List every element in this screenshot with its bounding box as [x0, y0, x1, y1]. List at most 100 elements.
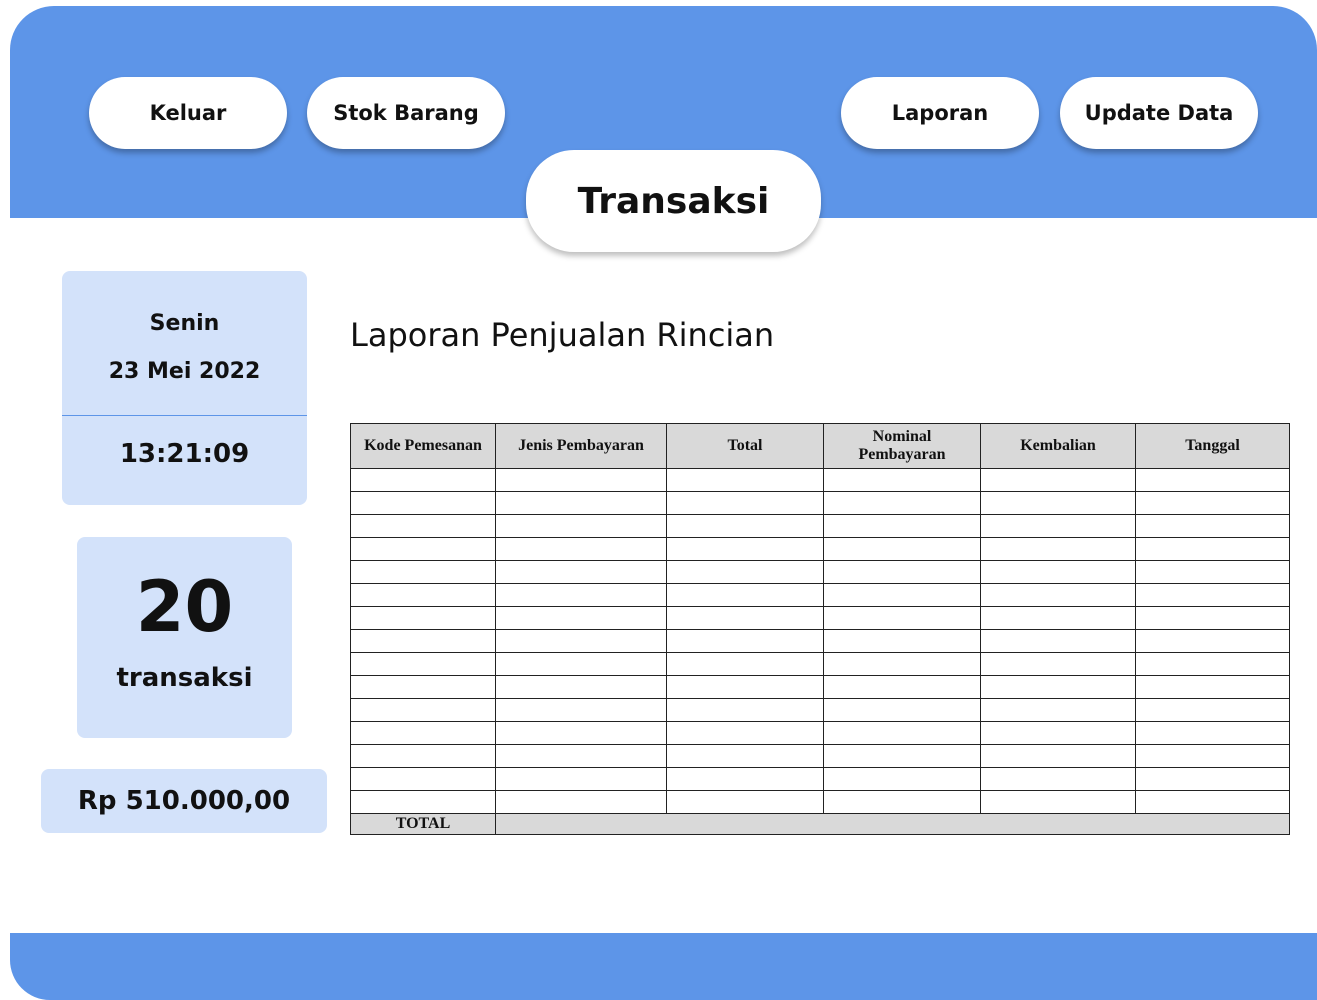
column-header: Total	[666, 423, 824, 469]
table-cell	[823, 698, 981, 722]
table-cell	[495, 583, 667, 607]
table-row	[350, 744, 1290, 768]
table-cell	[980, 560, 1136, 584]
table-cell	[980, 744, 1136, 768]
table-cell	[666, 629, 824, 653]
table-cell	[350, 744, 496, 768]
date-label: 23 Mei 2022	[108, 359, 261, 384]
keluar-button[interactable]: Keluar	[89, 77, 287, 149]
table-cell	[980, 583, 1136, 607]
table-cell	[350, 629, 496, 653]
table-cell	[1135, 675, 1290, 699]
table-cell	[980, 514, 1136, 538]
table-cell	[350, 468, 496, 492]
table-cell	[1135, 790, 1290, 814]
table-cell	[980, 790, 1136, 814]
laporan-button[interactable]: Laporan	[841, 77, 1039, 149]
table-cell	[350, 698, 496, 722]
table-cell	[666, 468, 824, 492]
table-cell	[666, 790, 824, 814]
table-cell	[666, 675, 824, 699]
table-cell	[1135, 537, 1290, 561]
stok-barang-button[interactable]: Stok Barang	[307, 77, 505, 149]
table-cell	[980, 698, 1136, 722]
clock-label: 13:21:09	[119, 439, 250, 469]
table-cell	[666, 583, 824, 607]
table-cell	[1135, 629, 1290, 653]
table-cell	[350, 491, 496, 515]
table-cell	[1135, 767, 1290, 791]
table-cell	[666, 744, 824, 768]
table-cell	[495, 675, 667, 699]
footer-bar	[10, 933, 1317, 1000]
table-cell	[495, 744, 667, 768]
column-header: Tanggal	[1135, 423, 1290, 469]
total-label: TOTAL	[350, 813, 496, 835]
table-cell	[980, 491, 1136, 515]
table-cell	[495, 606, 667, 630]
table-row	[350, 537, 1290, 561]
table-row	[350, 629, 1290, 653]
table-cell	[495, 767, 667, 791]
table-cell	[1135, 514, 1290, 538]
table-row	[350, 767, 1290, 791]
table-cell	[823, 468, 981, 492]
table-row	[350, 675, 1290, 699]
transaction-count: 20	[135, 566, 234, 648]
table-cell	[823, 629, 981, 653]
table-cell	[823, 790, 981, 814]
table-cell	[980, 675, 1136, 699]
table-cell	[495, 468, 667, 492]
transaction-count-label: transaksi	[116, 663, 253, 693]
table-cell	[350, 767, 496, 791]
table-cell	[980, 652, 1136, 676]
table-cell	[350, 583, 496, 607]
table-cell	[1135, 606, 1290, 630]
table-cell	[350, 606, 496, 630]
table-cell	[350, 560, 496, 584]
table-cell	[823, 514, 981, 538]
table-cell	[823, 767, 981, 791]
table-cell	[980, 629, 1136, 653]
table-cell	[823, 744, 981, 768]
table-cell	[823, 606, 981, 630]
table-cell	[495, 629, 667, 653]
table-cell	[1135, 698, 1290, 722]
report-title: Laporan Penjualan Rincian	[350, 316, 775, 354]
table-row	[350, 491, 1290, 515]
table-cell	[666, 767, 824, 791]
table-cell	[823, 537, 981, 561]
table-row	[350, 790, 1290, 814]
table-cell	[823, 652, 981, 676]
column-header: Jenis Pembayaran	[495, 423, 667, 469]
table-cell	[495, 491, 667, 515]
table-row	[350, 606, 1290, 630]
table-cell	[495, 790, 667, 814]
table-cell	[1135, 491, 1290, 515]
table-cell	[350, 537, 496, 561]
table-cell	[823, 491, 981, 515]
transaction-count-card: 20 transaksi	[77, 537, 292, 738]
update-data-button[interactable]: Update Data	[1060, 77, 1258, 149]
table-cell	[1135, 721, 1290, 745]
table-cell	[1135, 744, 1290, 768]
table-row	[350, 652, 1290, 676]
table-cell	[350, 675, 496, 699]
table-cell	[666, 537, 824, 561]
table-cell	[495, 537, 667, 561]
divider	[62, 415, 307, 416]
table-cell	[495, 514, 667, 538]
table-cell	[350, 652, 496, 676]
table-row	[350, 583, 1290, 607]
table-cell	[980, 537, 1136, 561]
table-row	[350, 468, 1290, 492]
table-cell	[495, 652, 667, 676]
total-value-cell	[495, 813, 1290, 835]
table-cell	[666, 606, 824, 630]
table-cell	[1135, 468, 1290, 492]
table-cell	[980, 767, 1136, 791]
table-cell	[495, 721, 667, 745]
date-time-card: Senin 23 Mei 2022 13:21:09	[62, 271, 307, 505]
table-cell	[823, 583, 981, 607]
table-cell	[980, 468, 1136, 492]
